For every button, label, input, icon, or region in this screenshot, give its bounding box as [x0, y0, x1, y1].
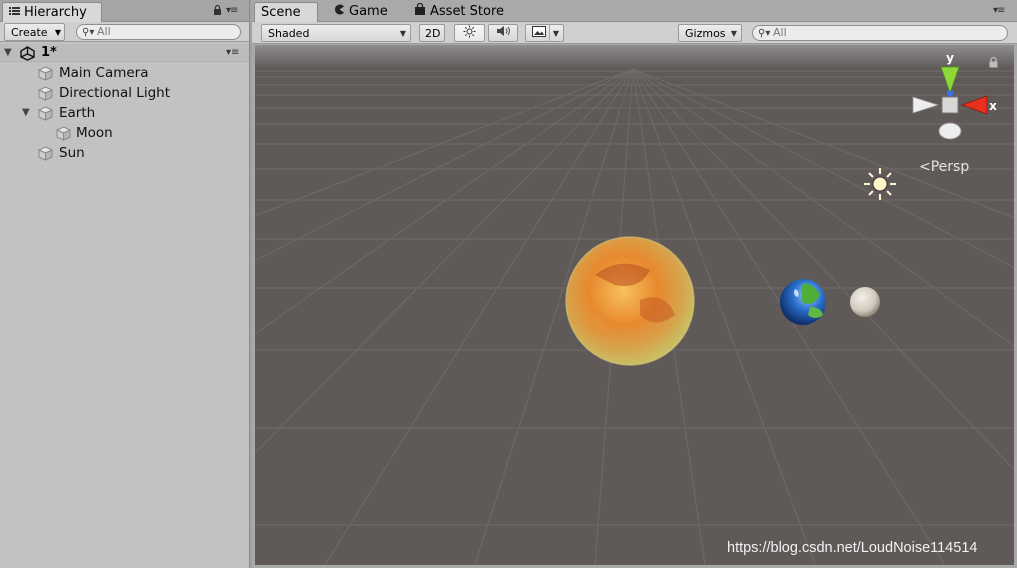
scene-name: 1*	[41, 45, 57, 60]
scene-toolbar: Shaded ▼ 2D ▼ Gizmos ▼ ⚲▾ All	[252, 22, 1017, 44]
image-icon	[532, 26, 546, 40]
gizmo-negy-axis-cone[interactable]	[938, 122, 962, 140]
2d-toggle-button[interactable]: 2D	[419, 24, 445, 42]
scene-viewport[interactable]: y x <Persp https://blog.csdn.net/LoudNoi…	[255, 45, 1014, 565]
scene-root-row[interactable]: ▼ 1* ▾≡	[0, 44, 249, 62]
scene-panel: Scene Game Asset Store ▾≡ Shaded ▼ 2D ▼ …	[252, 0, 1017, 568]
tab-asset-store-label: Asset Store	[430, 4, 505, 19]
projection-label: Persp	[930, 159, 970, 175]
gizmos-dropdown[interactable]: Gizmos ▼	[678, 24, 742, 42]
list-icon	[9, 3, 20, 22]
scene-audio-toggle[interactable]	[488, 24, 518, 42]
gizmos-label: Gizmos	[685, 27, 726, 40]
panel-menu-icon[interactable]: ▾≡	[226, 5, 238, 16]
scene-render: y x	[255, 45, 1014, 565]
tab-asset-store[interactable]: Asset Store	[408, 2, 510, 22]
chevron-down-icon: ▼	[399, 29, 406, 38]
sun-sphere[interactable]	[565, 236, 695, 366]
chevron-left-icon: <	[919, 159, 931, 175]
hierarchy-toolbar: Create ▼ ⚲▾ All	[0, 22, 249, 42]
expand-arrow-icon[interactable]: ▼	[22, 103, 30, 123]
scene-effects-dropdown[interactable]: ▼	[525, 24, 564, 42]
gizmo-center-cube[interactable]	[941, 96, 959, 114]
scene-search-input[interactable]: ⚲▾ All	[752, 25, 1008, 41]
gameobject-cube-icon	[37, 106, 54, 121]
scene-tabstrip: Scene Game Asset Store ▾≡	[252, 0, 1017, 22]
search-icon: ⚲▾	[758, 28, 771, 39]
tree-item-directional-light[interactable]: Directional Light	[0, 83, 249, 103]
panel-menu-icon[interactable]: ▾≡	[993, 5, 1005, 16]
sky-horizon	[255, 45, 1014, 69]
earth-sphere[interactable]	[780, 279, 826, 325]
gameobject-cube-icon	[37, 86, 54, 101]
tree-item-label: Main Camera	[59, 65, 149, 81]
tab-hierarchy[interactable]: Hierarchy	[2, 2, 102, 22]
shading-mode-dropdown[interactable]: Shaded ▼	[261, 24, 411, 42]
create-button[interactable]: Create ▼	[4, 23, 65, 41]
hierarchy-tabstrip: Hierarchy ▾≡	[0, 0, 249, 22]
hierarchy-search-placeholder: All	[97, 25, 111, 38]
sun-icon	[463, 25, 476, 41]
unity-editor: Hierarchy ▾≡ Create ▼ ⚲▾ All ▼ 1* ▾≡ Mai…	[0, 0, 1017, 568]
gizmo-y-label: y	[946, 51, 954, 65]
gameobject-cube-icon	[37, 66, 54, 81]
tab-scene-label: Scene	[261, 5, 301, 20]
chevron-down-icon: ▼	[730, 29, 737, 38]
tab-game[interactable]: Game	[328, 2, 394, 22]
scene-lighting-toggle[interactable]	[454, 24, 485, 42]
tree-item-earth[interactable]: ▼ Earth	[0, 103, 249, 123]
hierarchy-tree: ▼ 1* ▾≡ Main Camera Directional Light ▼ …	[0, 44, 249, 163]
search-icon: ⚲▾	[82, 27, 95, 38]
watermark-text: https://blog.csdn.net/LoudNoise114514	[727, 540, 978, 556]
gameobject-cube-icon	[55, 126, 72, 141]
gizmo-y-axis-cone[interactable]	[940, 66, 960, 95]
chevron-down-icon: ▼	[54, 28, 61, 37]
tree-item-label: Sun	[59, 145, 85, 161]
gizmo-negx-axis-cone[interactable]	[912, 96, 940, 114]
tab-scene[interactable]: Scene	[254, 2, 318, 22]
tree-item-main-camera[interactable]: Main Camera	[0, 63, 249, 83]
create-button-label: Create	[11, 26, 48, 39]
lock-icon[interactable]	[213, 4, 222, 18]
tab-game-label: Game	[349, 4, 388, 19]
directional-light-icon[interactable]	[864, 168, 896, 200]
projection-toggle[interactable]: <Persp	[919, 159, 969, 175]
tree-item-label: Directional Light	[59, 85, 170, 101]
hierarchy-search-input[interactable]: ⚲▾ All	[76, 24, 241, 40]
speaker-icon	[496, 26, 511, 40]
tab-hierarchy-label: Hierarchy	[24, 5, 87, 20]
expand-arrow-icon[interactable]: ▼	[4, 44, 12, 62]
chevron-down-icon: ▼	[548, 25, 559, 42]
gizmo-x-axis-cone[interactable]	[960, 95, 988, 115]
tree-item-label: Moon	[76, 125, 113, 141]
moon-sphere[interactable]	[850, 287, 880, 317]
2d-toggle-label: 2D	[425, 27, 441, 40]
tree-item-sun[interactable]: Sun	[0, 143, 249, 163]
gizmo-x-label: x	[989, 99, 997, 113]
shopping-bag-icon	[414, 2, 426, 21]
tree-item-moon[interactable]: Moon	[0, 123, 249, 143]
gameobject-cube-icon	[37, 146, 54, 161]
hierarchy-panel: Hierarchy ▾≡ Create ▼ ⚲▾ All ▼ 1* ▾≡ Mai…	[0, 0, 250, 568]
scene-menu-icon[interactable]: ▾≡	[226, 44, 239, 62]
scene-search-placeholder: All	[773, 26, 787, 39]
pacman-game-icon	[334, 2, 345, 21]
tree-item-label: Earth	[59, 105, 96, 121]
shading-mode-value: Shaded	[268, 27, 310, 40]
